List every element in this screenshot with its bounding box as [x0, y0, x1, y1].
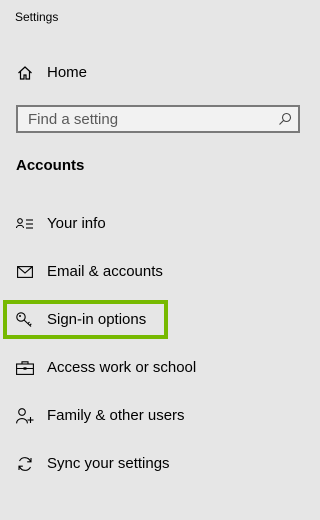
section-heading: Accounts	[16, 157, 85, 174]
search-box[interactable]	[16, 105, 300, 133]
home-label: Home	[47, 64, 88, 81]
key-icon	[16, 312, 34, 328]
nav-item-sign-in-options[interactable]: Sign-in options	[0, 300, 320, 340]
search-input[interactable]	[18, 107, 278, 131]
nav-item-family-other-users[interactable]: Family & other users	[0, 396, 320, 436]
nav-item-access-work-school[interactable]: Access work or school	[0, 348, 320, 388]
nav-item-email-accounts[interactable]: Email & accounts	[0, 252, 320, 292]
nav-item-label: Access work or school	[47, 359, 197, 376]
nav-item-label: Email & accounts	[47, 263, 163, 280]
search-icon[interactable]	[278, 112, 292, 126]
nav-item-label: Your info	[47, 215, 106, 232]
person-card-icon	[16, 216, 34, 232]
nav-item-your-info[interactable]: Your info	[0, 204, 320, 244]
window-title: Settings	[15, 10, 59, 24]
briefcase-icon	[16, 360, 34, 376]
nav-item-label: Sync your settings	[47, 455, 170, 472]
nav-item-label: Sign-in options	[47, 311, 147, 328]
nav-item-sync-settings[interactable]: Sync your settings	[0, 444, 320, 484]
mail-icon	[16, 264, 34, 280]
person-add-icon	[16, 408, 34, 424]
sync-icon	[16, 456, 34, 472]
home-nav-item[interactable]: Home	[0, 53, 320, 93]
home-icon	[16, 65, 34, 81]
nav-item-label: Family & other users	[47, 407, 185, 424]
